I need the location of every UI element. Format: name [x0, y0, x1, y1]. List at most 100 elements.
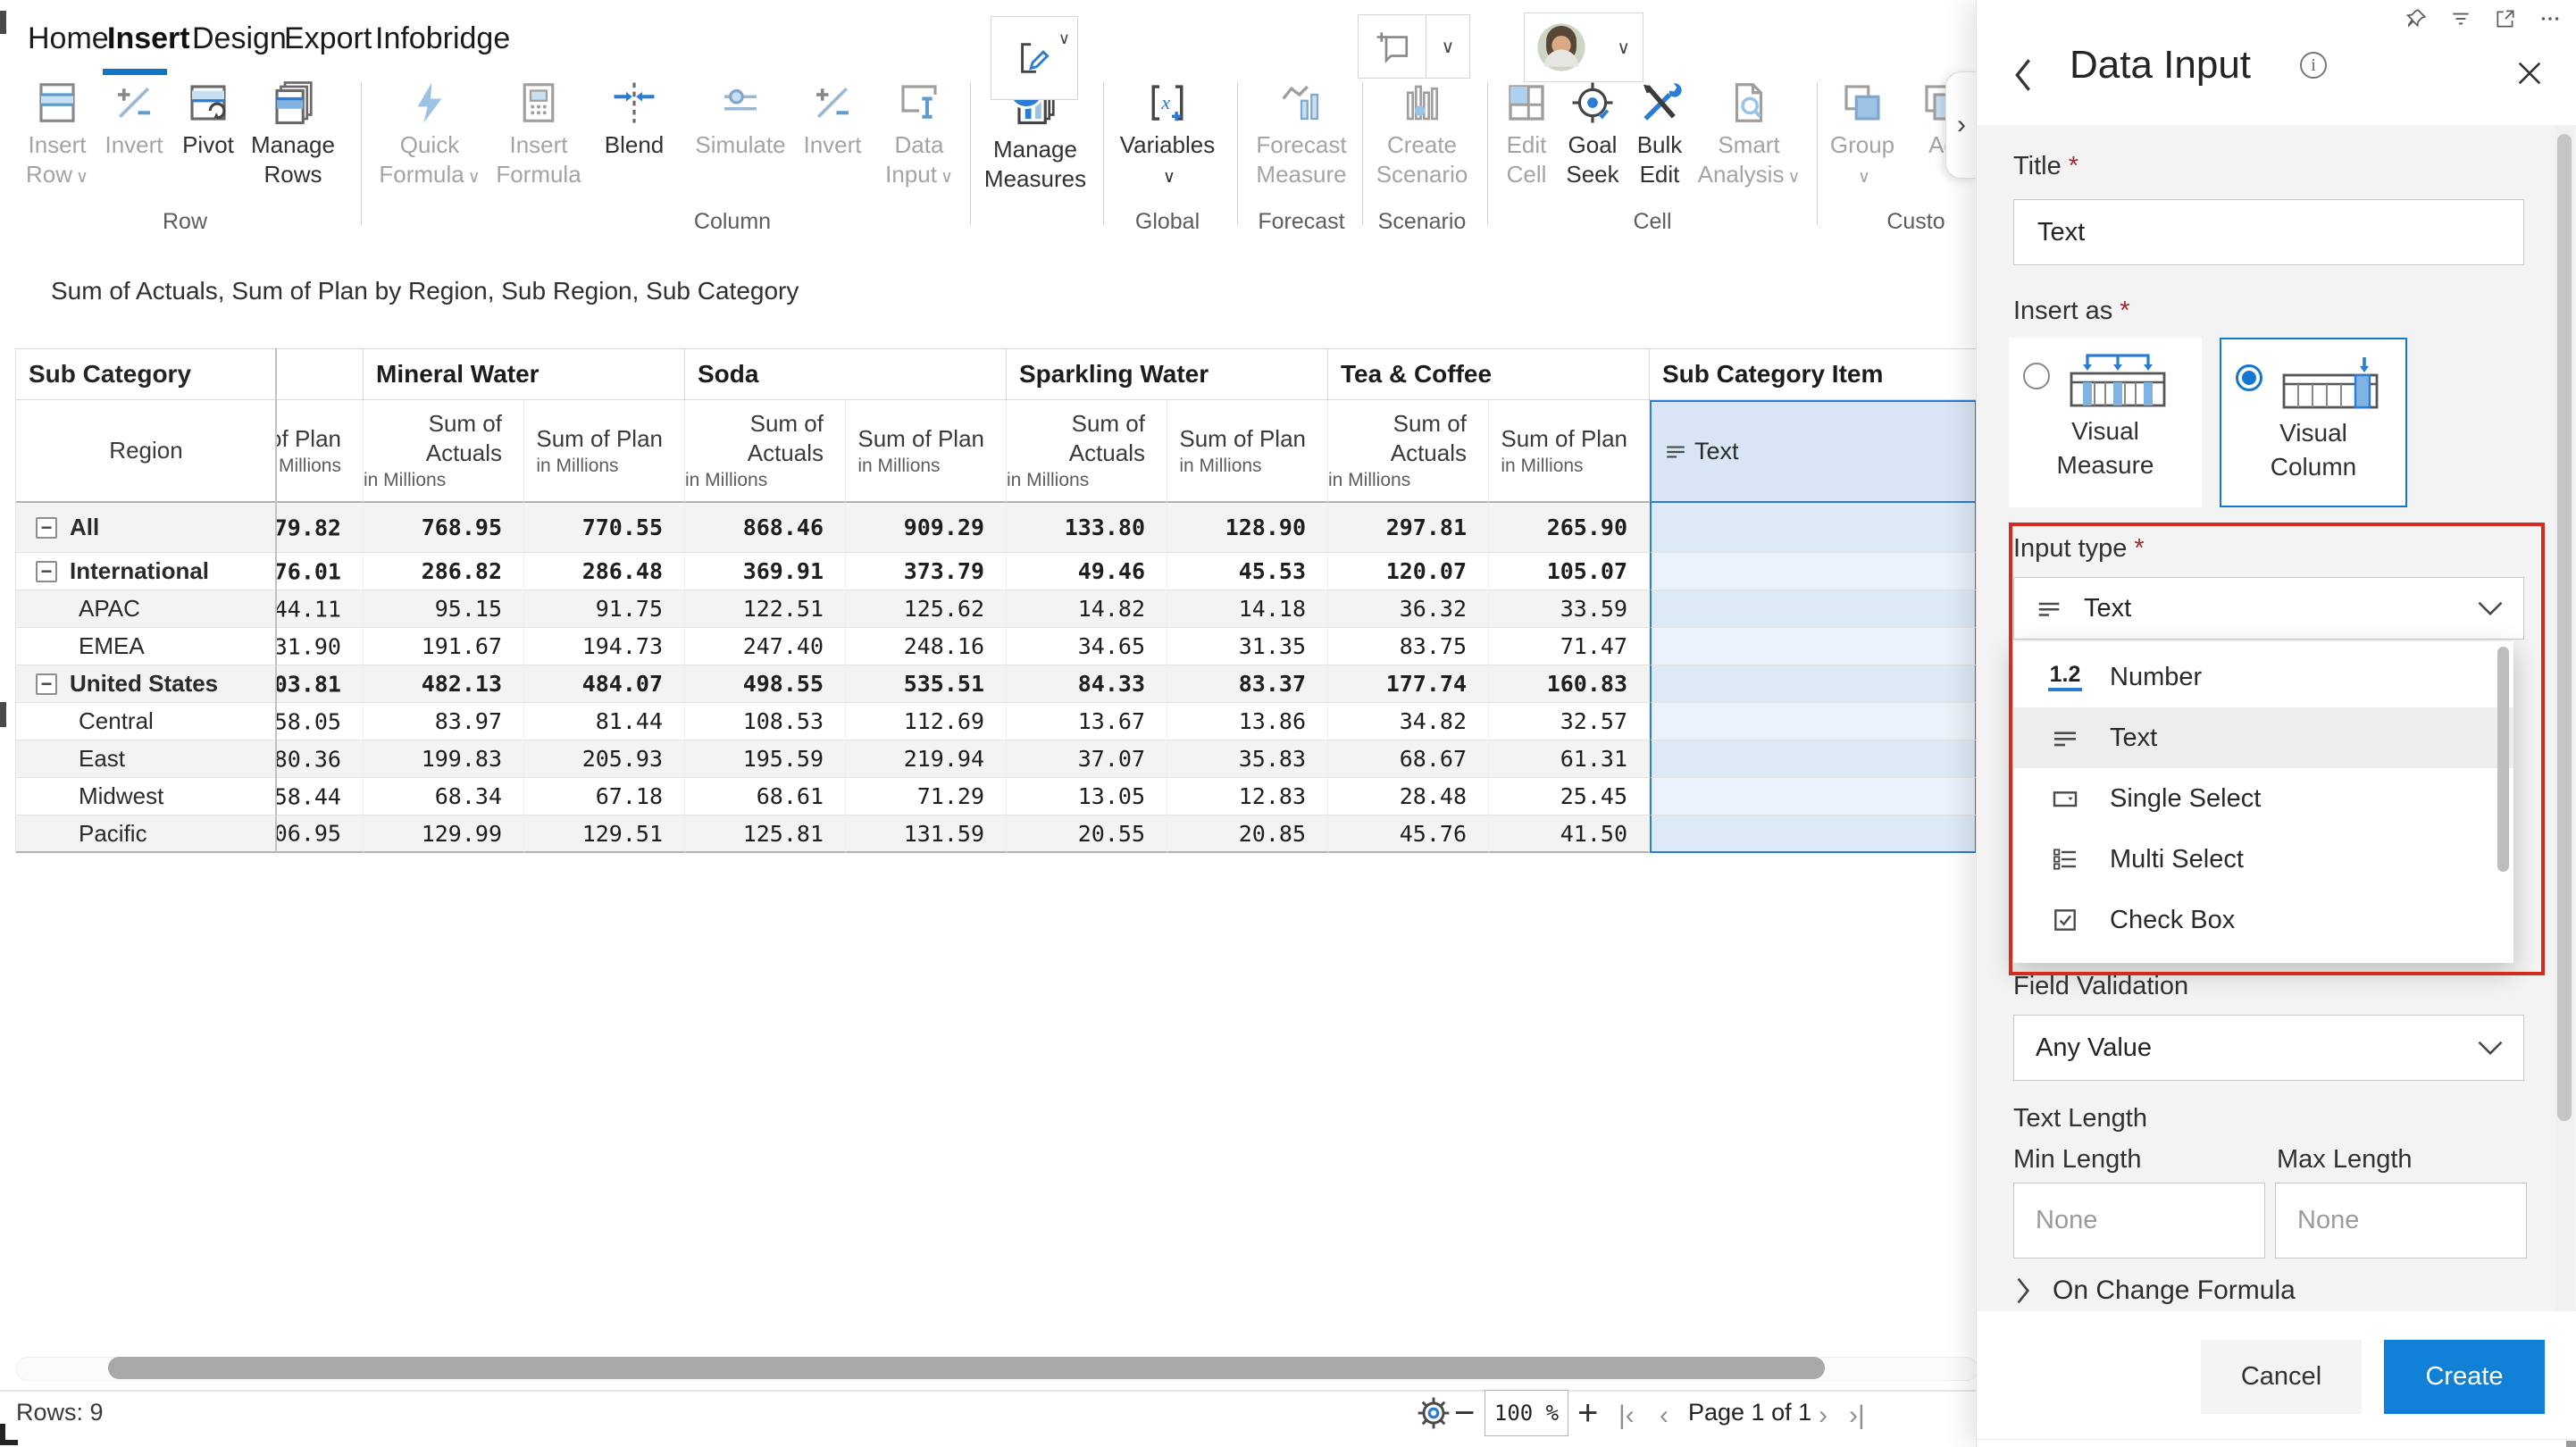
value-cell[interactable]: 125.62: [846, 590, 1007, 628]
quick-formula-button[interactable]: QuickFormula∨: [376, 79, 483, 192]
value-cell-clipped[interactable]: 1,280.36: [277, 740, 364, 778]
manage-rows-button[interactable]: ManageRows: [239, 79, 347, 189]
value-cell[interactable]: 83.75: [1328, 628, 1489, 665]
option-multi-select[interactable]: Multi Select: [2013, 829, 2513, 890]
option-text[interactable]: Text: [2013, 707, 2513, 768]
value-cell[interactable]: 129.51: [524, 816, 685, 853]
value-cell[interactable]: 265.90: [1489, 503, 1650, 553]
radio-unselected-icon[interactable]: [2023, 363, 2050, 389]
pin-icon[interactable]: [2405, 7, 2428, 30]
value-cell[interactable]: 131.59: [846, 816, 1007, 853]
max-length-input[interactable]: [2275, 1183, 2527, 1259]
min-length-input[interactable]: [2013, 1183, 2265, 1259]
value-cell[interactable]: 13.86: [1167, 703, 1328, 740]
radio-selected-icon[interactable]: [2236, 364, 2262, 391]
value-cell[interactable]: 91.75: [524, 590, 685, 628]
new-data-input-cell[interactable]: [1650, 816, 1977, 853]
tab-export[interactable]: Export: [284, 21, 372, 56]
value-cell-clipped[interactable]: 1,158.05: [277, 703, 364, 740]
insert-as-visual-column-option[interactable]: VisualColumn: [2220, 338, 2407, 507]
frozen-pane-divider[interactable]: [275, 348, 277, 852]
previous-page-button[interactable]: ‹: [1660, 1401, 1669, 1431]
insert-as-visual-measure-option[interactable]: VisualMeasure: [2009, 338, 2202, 507]
tab-home[interactable]: Home: [28, 21, 109, 56]
simulate-button[interactable]: Simulate: [687, 79, 794, 160]
group-header-sub-category-item[interactable]: Sub Category Item: [1650, 349, 1977, 400]
new-data-input-cell[interactable]: [1650, 628, 1977, 665]
value-cell[interactable]: 373.79: [846, 553, 1007, 590]
value-cell[interactable]: 248.16: [846, 628, 1007, 665]
zoom-level-input[interactable]: 100 %: [1485, 1390, 1568, 1436]
measure-column-header[interactable]: Sum of Actualsin Millions: [685, 400, 846, 503]
value-cell-clipped[interactable]: 2,476.01: [277, 553, 364, 590]
value-cell[interactable]: 35.83: [1167, 740, 1328, 778]
value-cell[interactable]: 129.99: [364, 816, 524, 853]
measure-column-header[interactable]: Sum of Actualsin Millions: [1328, 400, 1489, 503]
row-label-cell[interactable]: −International: [16, 553, 277, 590]
value-cell[interactable]: 177.74: [1328, 665, 1489, 703]
value-cell[interactable]: 160.83: [1489, 665, 1650, 703]
value-cell[interactable]: 31.35: [1167, 628, 1328, 665]
value-cell[interactable]: 112.69: [846, 703, 1007, 740]
input-type-select[interactable]: Text: [2013, 577, 2524, 640]
value-cell[interactable]: 105.07: [1489, 553, 1650, 590]
value-cell[interactable]: 909.29: [846, 503, 1007, 553]
horizontal-scrollbar-thumb[interactable]: [108, 1357, 1825, 1379]
measure-column-header[interactable]: Sum of Planin Millions: [277, 400, 364, 503]
row-label-cell[interactable]: East: [16, 740, 277, 778]
user-menu-button[interactable]: ∨: [1524, 13, 1643, 82]
value-cell[interactable]: 369.91: [685, 553, 846, 590]
value-cell[interactable]: 68.67: [1328, 740, 1489, 778]
value-cell[interactable]: 61.31: [1489, 740, 1650, 778]
value-cell[interactable]: 120.07: [1328, 553, 1489, 590]
field-validation-select[interactable]: Any Value: [2013, 1015, 2524, 1081]
variables-button[interactable]: x Variables∨: [1114, 79, 1221, 192]
first-page-button[interactable]: |‹: [1618, 1401, 1635, 1431]
panel-scrollbar-thumb[interactable]: [2557, 134, 2572, 1121]
value-cell[interactable]: 68.34: [364, 778, 524, 816]
popout-icon[interactable]: [2494, 7, 2517, 30]
tab-infobridge[interactable]: Infobridge: [375, 21, 510, 56]
value-cell[interactable]: 13.05: [1007, 778, 1167, 816]
last-page-button[interactable]: ›|: [1849, 1401, 1865, 1431]
visual-resize-handle[interactable]: [0, 1440, 18, 1445]
group-header-mineral-water[interactable]: Mineral Water: [364, 349, 685, 400]
insert-formula-button[interactable]: InsertFormula: [485, 79, 592, 189]
measure-column-header[interactable]: Sum of Actualsin Millions: [1007, 400, 1167, 503]
measure-column-header[interactable]: Sum of Planin Millions: [524, 400, 685, 503]
new-data-input-cell[interactable]: [1650, 553, 1977, 590]
blend-button[interactable]: Blend: [581, 79, 688, 160]
more-options-icon[interactable]: [2538, 7, 2562, 30]
option-single-select[interactable]: Single Select: [2013, 768, 2513, 829]
value-cell[interactable]: 20.55: [1007, 816, 1167, 853]
new-data-input-cell[interactable]: [1650, 740, 1977, 778]
value-cell-clipped[interactable]: 4,803.81: [277, 665, 364, 703]
next-page-button[interactable]: ›: [1819, 1401, 1827, 1431]
option-check-box[interactable]: Check Box: [2013, 890, 2513, 950]
value-cell[interactable]: 36.32: [1328, 590, 1489, 628]
value-cell[interactable]: 84.33: [1007, 665, 1167, 703]
info-icon[interactable]: i: [2300, 52, 2327, 79]
value-cell[interactable]: 12.83: [1167, 778, 1328, 816]
value-cell-clipped[interactable]: 7,279.82: [277, 503, 364, 553]
new-data-input-column-header[interactable]: Text: [1650, 400, 1977, 503]
value-cell[interactable]: 71.47: [1489, 628, 1650, 665]
smart-analysis-button[interactable]: SmartAnalysis∨: [1695, 79, 1802, 192]
measure-column-header[interactable]: Sum of Planin Millions: [1489, 400, 1650, 503]
measure-column-header[interactable]: Sum of Planin Millions: [846, 400, 1007, 503]
value-cell[interactable]: 49.46: [1007, 553, 1167, 590]
new-data-input-cell[interactable]: [1650, 590, 1977, 628]
create-scenario-button[interactable]: CreateScenario: [1368, 79, 1476, 189]
value-cell[interactable]: 34.65: [1007, 628, 1167, 665]
zoom-in-button[interactable]: +: [1577, 1393, 1598, 1434]
value-cell[interactable]: 205.93: [524, 740, 685, 778]
row-label-cell[interactable]: −United States: [16, 665, 277, 703]
filter-icon[interactable]: [2449, 7, 2472, 30]
value-cell[interactable]: 199.83: [364, 740, 524, 778]
add-comment-button[interactable]: [1358, 14, 1427, 79]
row-label-cell[interactable]: APAC: [16, 590, 277, 628]
value-cell[interactable]: 868.46: [685, 503, 846, 553]
value-cell[interactable]: 28.48: [1328, 778, 1489, 816]
value-cell[interactable]: 34.82: [1328, 703, 1489, 740]
row-header-region[interactable]: Region: [16, 400, 277, 503]
